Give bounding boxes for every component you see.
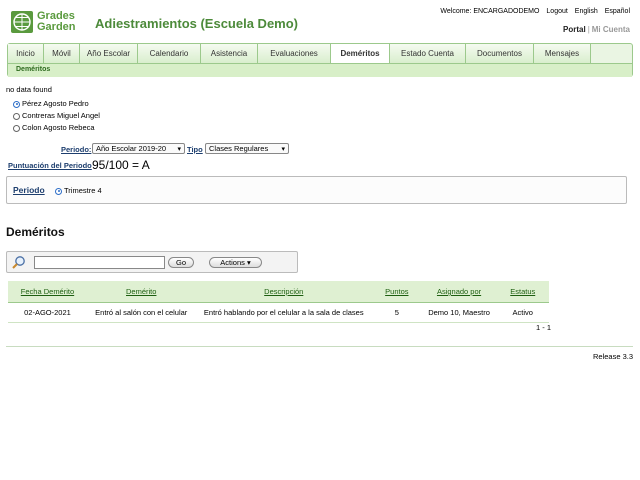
welcome-text: Welcome: ENCARGADODEMO bbox=[440, 8, 540, 15]
periodo-label: Periodo: bbox=[61, 145, 92, 154]
mi-cuenta-link[interactable]: Mi Cuenta bbox=[592, 25, 630, 34]
demeritos-table: Fecha Demérito Demérito Descripción Punt… bbox=[8, 281, 549, 323]
chevron-down-icon: ▾ bbox=[281, 146, 285, 153]
main-nav: Inicio Móvil Año Escolar Calendario Asis… bbox=[7, 43, 633, 77]
search-icon[interactable] bbox=[11, 255, 26, 270]
table-header-row: Fecha Demérito Demérito Descripción Punt… bbox=[8, 281, 549, 303]
col-estatus[interactable]: Estatus bbox=[496, 281, 549, 303]
col-demerito[interactable]: Demérito bbox=[86, 281, 196, 303]
tab-documentos[interactable]: Documentos bbox=[466, 44, 534, 63]
search-input[interactable] bbox=[34, 256, 165, 269]
actions-label: Actions bbox=[220, 258, 245, 267]
portal-links: Portal | Mi Cuenta bbox=[563, 25, 630, 34]
col-asignado[interactable]: Asignado por bbox=[421, 281, 497, 303]
section-title: Deméritos bbox=[6, 225, 65, 239]
student-option-1[interactable]: Pérez Agosto Pedro bbox=[13, 99, 89, 108]
col-fecha[interactable]: Fecha Demérito bbox=[8, 281, 87, 303]
no-data-message: no data found bbox=[6, 85, 52, 94]
radio-icon[interactable] bbox=[13, 112, 20, 120]
logo-line2: Garden bbox=[37, 21, 76, 33]
portal-link[interactable]: Portal bbox=[563, 25, 586, 34]
globe-logo-icon bbox=[11, 11, 33, 33]
periodo-box-label: Periodo bbox=[13, 185, 45, 195]
subnav-demeritos[interactable]: Deméritos bbox=[16, 66, 50, 73]
page-title: Adiestramientos (Escuela Demo) bbox=[95, 16, 299, 31]
top-links: Welcome: ENCARGADODEMO Logout English Es… bbox=[435, 8, 630, 15]
logo-wordmark: Grades Garden bbox=[37, 11, 76, 33]
trimestre-option[interactable]: Trimestre 4 bbox=[55, 186, 102, 195]
pagination: 1 - 1 bbox=[536, 323, 552, 332]
student-option-3[interactable]: Colon Agosto Rebeca bbox=[13, 123, 95, 132]
radio-selected-icon[interactable] bbox=[55, 187, 62, 195]
student-name-1: Pérez Agosto Pedro bbox=[22, 99, 89, 108]
col-descripcion[interactable]: Descripción bbox=[195, 281, 373, 303]
tab-movil[interactable]: Móvil bbox=[44, 44, 80, 63]
tab-calendario[interactable]: Calendario bbox=[138, 44, 201, 63]
cell-descripcion: Entró hablando por el celular a la sala … bbox=[195, 302, 373, 323]
periodo-select[interactable]: Año Escolar 2019-20 ▾ bbox=[92, 143, 185, 154]
report-toolbar: Go Actions ▾ bbox=[6, 251, 298, 273]
student-name-3: Colon Agosto Rebeca bbox=[22, 123, 95, 132]
link-separator: | bbox=[587, 25, 590, 34]
tab-evaluaciones[interactable]: Evaluaciones bbox=[258, 44, 331, 63]
espanol-link[interactable]: Español bbox=[605, 8, 630, 15]
go-button[interactable]: Go bbox=[168, 257, 194, 268]
tab-ano-escolar[interactable]: Año Escolar bbox=[80, 44, 138, 63]
tab-estado-cuenta[interactable]: Estado Cuenta bbox=[390, 44, 466, 63]
subnav: Deméritos bbox=[8, 63, 632, 77]
logo[interactable]: Grades Garden bbox=[11, 11, 81, 35]
score-label: Puntuación del Periodo bbox=[8, 161, 92, 170]
tab-inicio[interactable]: Inicio bbox=[8, 44, 44, 63]
periodo-box: Periodo Trimestre 4 bbox=[6, 176, 627, 204]
release-text: Release 3.3 bbox=[592, 352, 633, 361]
english-link[interactable]: English bbox=[575, 8, 598, 15]
student-option-2[interactable]: Contreras Miguel Angel bbox=[13, 111, 100, 120]
caret-down-icon: ▾ bbox=[246, 258, 251, 267]
student-name-2: Contreras Miguel Angel bbox=[22, 111, 100, 120]
radio-selected-icon[interactable] bbox=[13, 100, 20, 108]
cell-asignado: Demo 10, Maestro bbox=[421, 302, 497, 323]
col-puntos[interactable]: Puntos bbox=[372, 281, 422, 303]
trimestre-label: Trimestre 4 bbox=[64, 186, 102, 195]
tab-asistencia[interactable]: Asistencia bbox=[201, 44, 258, 63]
cell-demerito: Entró al salón con el celular bbox=[86, 302, 196, 323]
radio-icon[interactable] bbox=[13, 124, 20, 132]
periodo-select-value: Año Escolar 2019-20 bbox=[96, 144, 167, 153]
chevron-down-icon: ▾ bbox=[177, 146, 181, 153]
score-value: 95/100 = A bbox=[92, 158, 150, 172]
tab-demeritos[interactable]: Deméritos bbox=[331, 44, 390, 63]
tipo-label: Tipo bbox=[187, 145, 203, 154]
tipo-select-value: Clases Regulares bbox=[209, 144, 269, 153]
cell-estatus: Activo bbox=[496, 302, 549, 323]
actions-button[interactable]: Actions ▾ bbox=[209, 257, 262, 268]
tipo-select[interactable]: Clases Regulares ▾ bbox=[205, 143, 289, 154]
cell-puntos: 5 bbox=[372, 302, 422, 323]
table-row: 02-AGO-2021 Entró al salón con el celula… bbox=[8, 302, 549, 323]
tab-mensajes[interactable]: Mensajes bbox=[534, 44, 591, 63]
logout-link[interactable]: Logout bbox=[546, 8, 567, 15]
cell-fecha: 02-AGO-2021 bbox=[8, 302, 87, 323]
divider bbox=[6, 346, 633, 347]
